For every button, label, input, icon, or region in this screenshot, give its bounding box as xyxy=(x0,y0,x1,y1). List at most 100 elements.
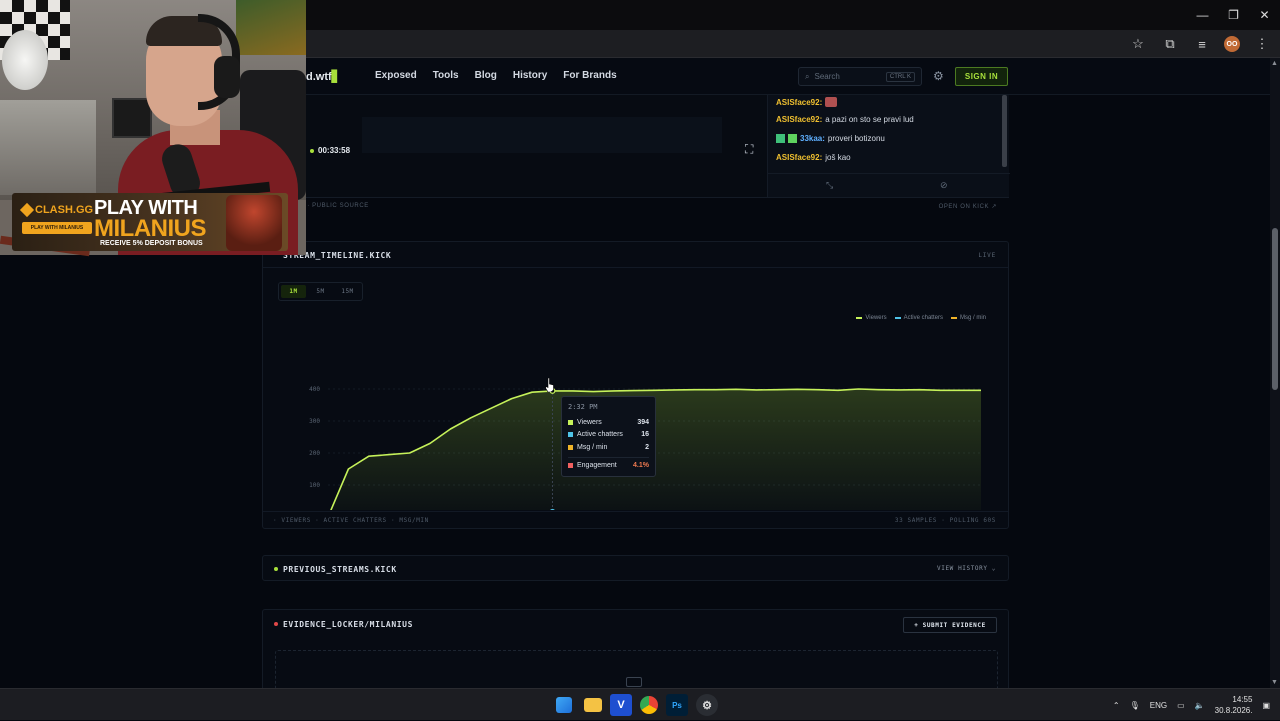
tooltip-value: 4.1% xyxy=(633,462,649,470)
close-button[interactable]: ✕ xyxy=(1249,0,1280,30)
chat-message: ASISface92: još kao xyxy=(776,153,851,162)
extensions-icon[interactable]: ⧉ xyxy=(1160,34,1180,54)
chrome-icon[interactable] xyxy=(640,696,658,714)
site-logo[interactable]: d.wtf▋ xyxy=(306,70,340,83)
clock[interactable]: 14:55 30.8.2026. xyxy=(1215,694,1253,716)
sponsor-banner: CLASH.GG PLAY WITH MILANIUS PLAY WITH MI… xyxy=(12,193,288,251)
wall-poster xyxy=(236,0,306,55)
nav-blog[interactable]: Blog xyxy=(475,70,497,81)
system-tray: ⌃ 🎙 ENG ▭ 🔈 14:55 30.8.2026. ▣ xyxy=(1113,689,1270,721)
tooltip-label: Engagement xyxy=(577,462,617,470)
search-placeholder: Search xyxy=(814,72,840,81)
view-history-button[interactable]: VIEW HISTORY ⌄ xyxy=(937,565,996,572)
timeline-footer: · VIEWERS · ACTIVE CHATTERS · MSG/MIN 33… xyxy=(263,511,1008,529)
vegas-icon[interactable]: V xyxy=(610,694,632,716)
minimize-button[interactable]: — xyxy=(1187,0,1218,30)
chat-message: ASISface92: a pazi on sto se pravi lud xyxy=(776,115,914,124)
chat-username[interactable]: ASISface92: xyxy=(776,115,822,124)
headset-earcup xyxy=(214,56,240,98)
menu-icon[interactable]: ⋮ xyxy=(1252,34,1272,54)
scroll-thumb[interactable] xyxy=(1272,228,1278,390)
steam-icon[interactable]: ⚙ xyxy=(696,694,718,716)
tv xyxy=(112,98,152,138)
nav-exposed[interactable]: Exposed xyxy=(375,70,417,81)
chat-username[interactable]: ASISface92: xyxy=(776,153,822,162)
clock-date: 30.8.2026. xyxy=(1214,706,1253,715)
divider xyxy=(568,456,649,458)
network-icon[interactable]: ▭ xyxy=(1177,701,1185,710)
clash-logo-icon xyxy=(19,202,35,218)
submit-evidence-button[interactable]: + SUBMIT EVIDENCE xyxy=(903,617,997,633)
chat-message: ASISface92: xyxy=(776,97,838,107)
tooltip-swatch xyxy=(568,419,573,425)
file-explorer-icon[interactable] xyxy=(584,698,602,712)
collapse-icon[interactable]: ⤡ xyxy=(826,180,833,191)
notification-icon[interactable]: ▣ xyxy=(1262,701,1270,710)
star-icon[interactable]: ☆ xyxy=(1128,34,1148,54)
gear-icon[interactable]: ⚙ xyxy=(933,69,944,83)
chat-text: još kao xyxy=(825,153,851,162)
previous-streams-card[interactable]: PREVIOUS_STREAMS.KICK VIEW HISTORY ⌄ xyxy=(262,555,1009,581)
status-dot-icon xyxy=(274,567,278,571)
evidence-locker-card: EVIDENCE_LOCKER/MILANIUS + SUBMIT EVIDEN… xyxy=(262,609,1009,688)
microphone-icon[interactable]: 🎙 xyxy=(1130,701,1140,710)
tooltip-swatch xyxy=(568,444,573,450)
scroll-down-icon[interactable]: ▼ xyxy=(1271,679,1278,686)
logo-cursor: ▋ xyxy=(331,71,341,83)
status-dot-icon xyxy=(274,622,278,626)
hand-cursor-icon xyxy=(545,378,554,392)
live-dot-icon xyxy=(310,148,314,153)
chat-username[interactable]: 33kaa: xyxy=(800,134,825,143)
chat-text: proveri botizonu xyxy=(827,134,885,143)
sponsor-name: MILANIUS xyxy=(94,215,207,242)
taskbar-apps: V Ps ⚙ xyxy=(556,694,718,716)
tooltip-row-engagement: Engagement 4.1% xyxy=(568,460,649,473)
tooltip-label: Viewers xyxy=(577,418,602,426)
photoshop-icon[interactable]: Ps xyxy=(666,694,688,716)
chat-message: 33kaa: proveri botizonu xyxy=(776,134,885,143)
volume-icon[interactable]: 🔈 xyxy=(1195,701,1205,710)
hide-chat-icon[interactable]: ⊘ xyxy=(940,180,948,191)
chat-text: a pazi on sto se pravi lud xyxy=(825,115,914,124)
chat-username[interactable]: ASISface92: xyxy=(776,98,822,107)
nav-for-brands[interactable]: For Brands xyxy=(563,70,616,81)
nav-tools[interactable]: Tools xyxy=(433,70,459,81)
scroll-up-icon[interactable]: ▲ xyxy=(1271,60,1278,67)
chat-controls: ⤡ ⊘ xyxy=(768,173,1010,197)
media-icon[interactable]: ≡ xyxy=(1192,34,1212,54)
profile-icon[interactable]: OO xyxy=(1224,36,1240,52)
y-tick-label: 300 xyxy=(309,418,320,425)
tooltip-label: Active chatters xyxy=(577,431,623,439)
evidence-dropzone[interactable] xyxy=(275,650,998,688)
nav-links: Exposed Tools Blog History For Brands xyxy=(375,70,617,81)
page-scrollbar[interactable]: ▲ ▼ xyxy=(1270,58,1280,688)
sponsor-pill: PLAY WITH MILANIUS xyxy=(22,222,92,234)
tooltip-label: Msg / min xyxy=(577,443,608,451)
stream-timeline-card: STREAM_TIMELINE.KICK LIVE 1M 5M 15M View… xyxy=(262,241,1009,529)
chat-scrollbar[interactable] xyxy=(1002,95,1007,167)
video-frame xyxy=(362,117,722,153)
tooltip-value: 2 xyxy=(645,443,649,451)
fullscreen-icon[interactable]: ⛶ xyxy=(745,142,753,157)
softbox-light xyxy=(2,30,48,90)
tooltip-value: 394 xyxy=(637,418,649,426)
tooltip-row-chatters: Active chatters 16 xyxy=(568,429,649,442)
language-indicator[interactable]: ENG xyxy=(1150,701,1167,710)
tooltip-row-msg: Msg / min 2 xyxy=(568,441,649,454)
search-shortcut: CTRL K xyxy=(885,71,915,82)
y-tick-label: 400 xyxy=(309,386,320,393)
windows-icon[interactable] xyxy=(556,697,572,713)
sign-in-button[interactable]: SIGN IN xyxy=(955,67,1008,86)
emote-icon xyxy=(825,97,838,107)
tray-chevron-icon[interactable]: ⌃ xyxy=(1113,701,1120,710)
clock-time: 14:55 xyxy=(1232,695,1253,704)
maximize-button[interactable]: ❐ xyxy=(1218,0,1249,30)
stream-player[interactable]: 00:33:58 ⛶ xyxy=(262,95,767,197)
open-on-kick-link[interactable]: OPEN ON KICK ↗ xyxy=(939,203,997,210)
search-icon: ⌕ xyxy=(805,71,810,81)
chat-panel: ASISface92: ASISface92: a pazi on sto se … xyxy=(767,95,1010,197)
y-tick-label: 200 xyxy=(309,450,320,457)
shelf xyxy=(0,100,96,195)
nav-history[interactable]: History xyxy=(513,70,547,81)
search-input[interactable]: ⌕ Search CTRL K xyxy=(798,67,922,86)
